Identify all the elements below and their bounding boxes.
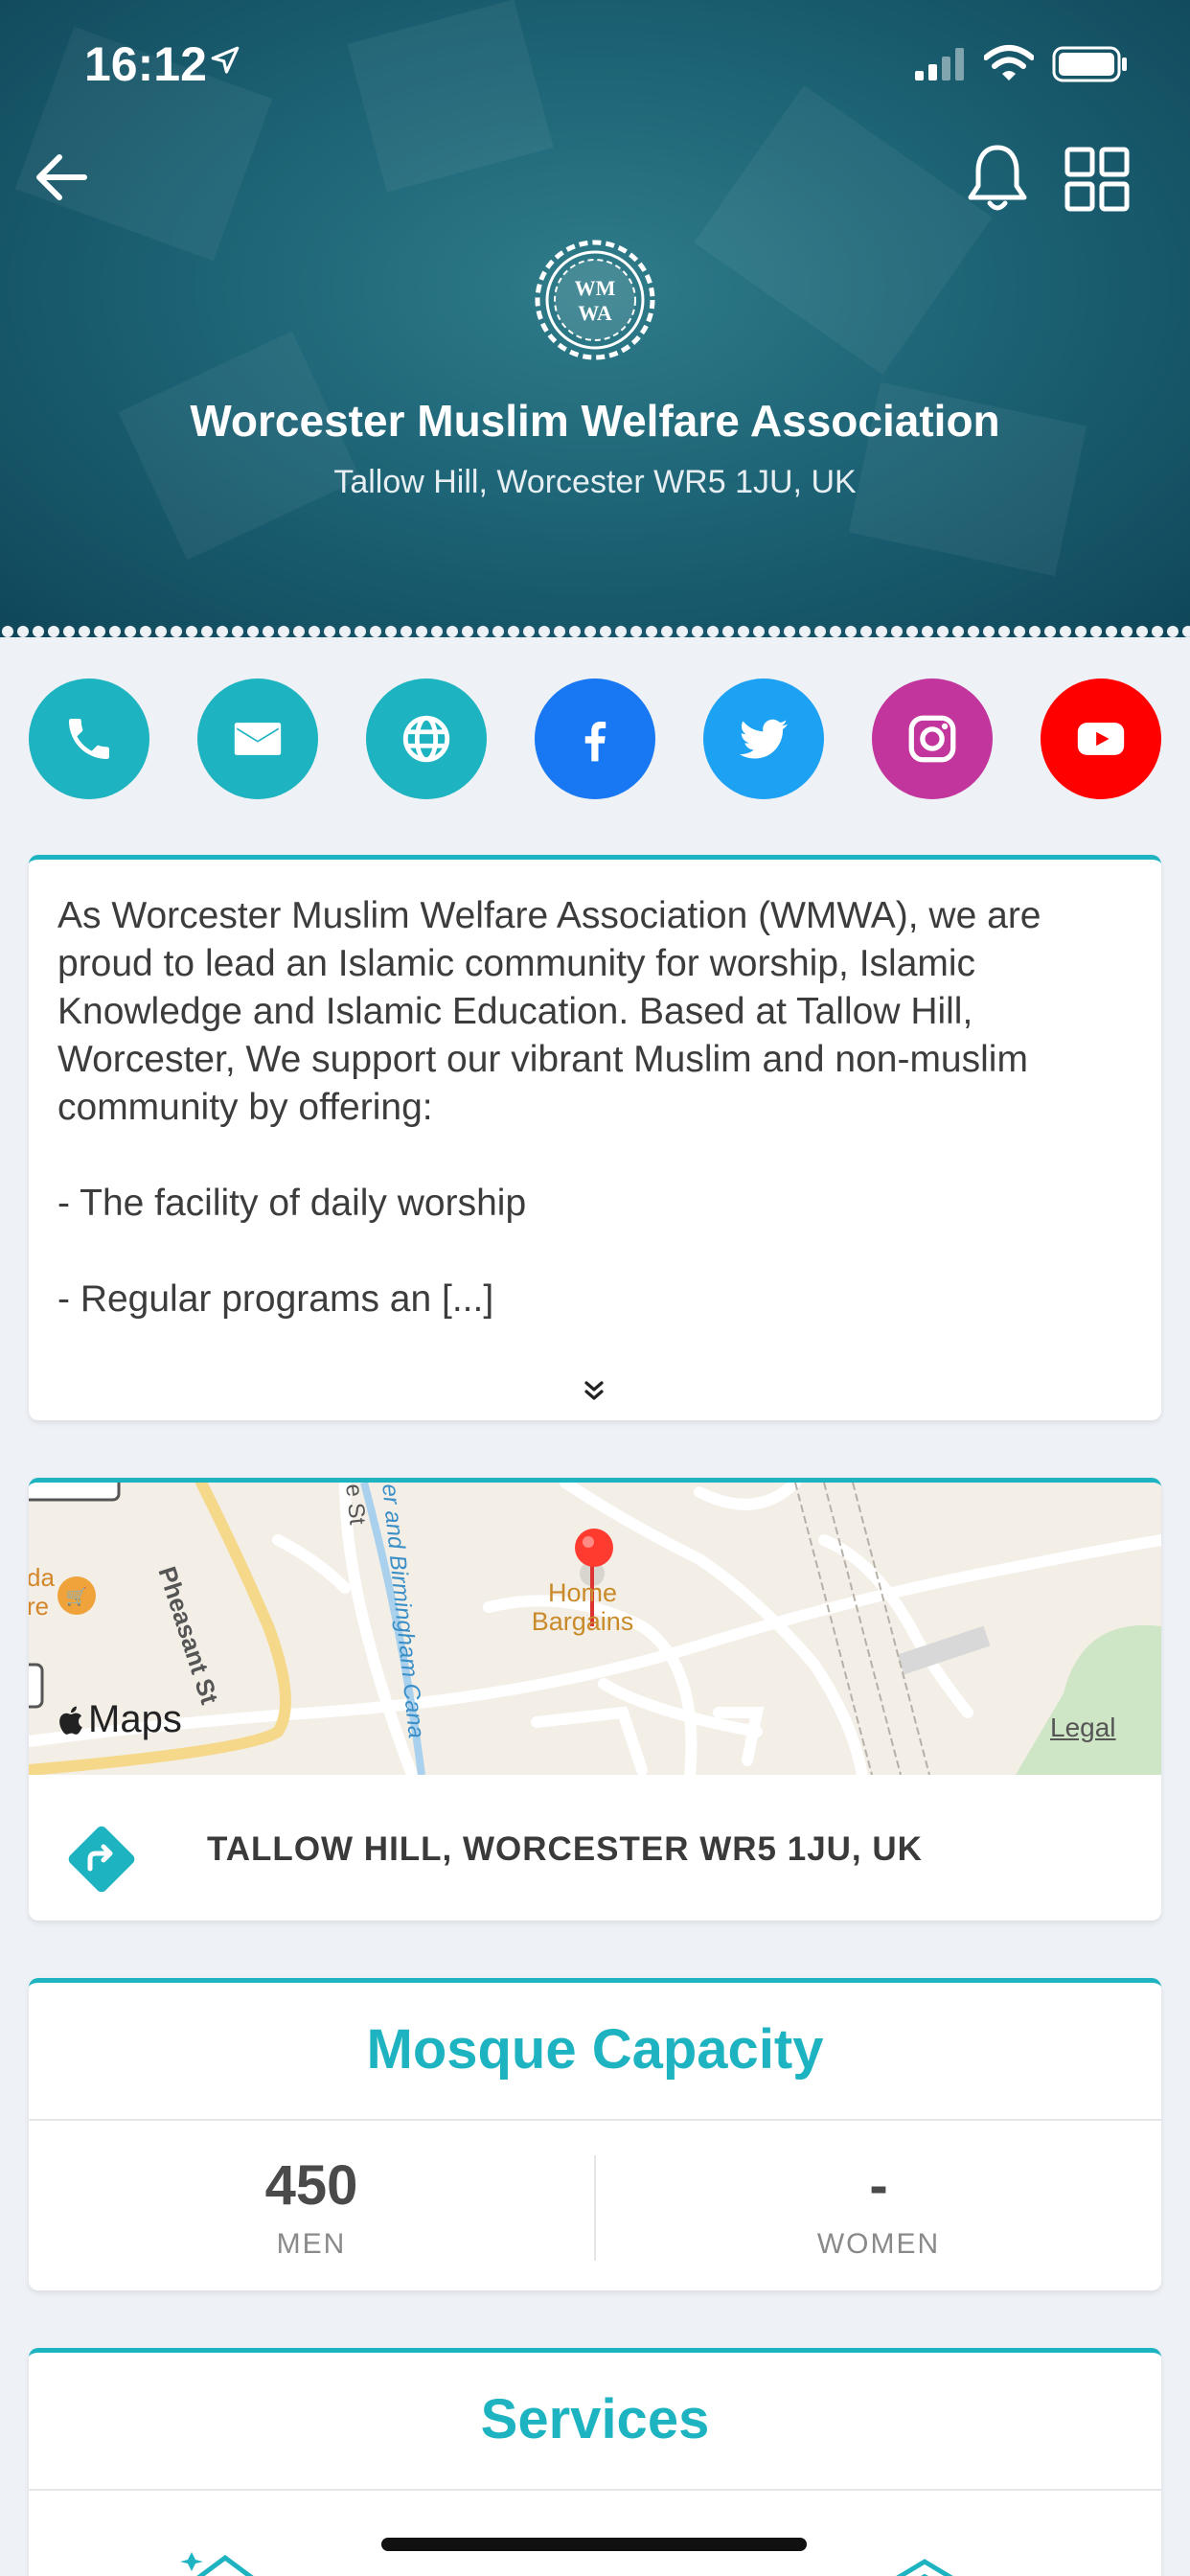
wifi-icon — [984, 45, 1034, 80]
location-address: TALLOW HILL, WORCESTER WR5 1JU, UK — [207, 1830, 923, 1868]
youtube-button[interactable] — [1041, 678, 1161, 799]
back-button[interactable] — [29, 144, 96, 211]
apple-logo-icon — [59, 1706, 82, 1735]
women-capacity-value: - — [869, 2154, 888, 2217]
description-text: As Worcester Muslim Welfare Association … — [57, 895, 1041, 1320]
map-view[interactable]: 🛒 Home Bargains Pheasant St er and Birmi… — [29, 1483, 1161, 1775]
notifications-button[interactable] — [964, 142, 1031, 215]
phone-button[interactable] — [29, 678, 149, 799]
chevron-double-down-icon[interactable] — [580, 1377, 608, 1406]
divider — [29, 2119, 1161, 2121]
battery-icon — [1052, 46, 1127, 82]
directions-row[interactable]: TALLOW HILL, WORCESTER WR5 1JU, UK — [29, 1775, 1161, 1920]
bell-icon — [968, 145, 1027, 211]
grid-icon — [1064, 147, 1130, 212]
instagram-icon — [908, 715, 956, 763]
facebook-icon — [584, 722, 606, 762]
cellular-signal-icon — [915, 48, 964, 80]
status-time: 16:12 — [84, 37, 207, 91]
facebook-button[interactable] — [535, 678, 655, 799]
status-bar: 16:12 — [0, 29, 1190, 105]
phone-icon — [69, 719, 109, 759]
menu-grid-button[interactable] — [1064, 146, 1131, 213]
contact-social-row — [0, 678, 1190, 801]
arrow-left-icon — [36, 154, 87, 200]
decorative-border — [0, 623, 1190, 637]
svg-text:🛒: 🛒 — [66, 1586, 87, 1607]
description-card: As Worcester Muslim Welfare Association … — [29, 855, 1161, 1420]
capacity-card: Mosque Capacity 450 MEN - WOMEN — [29, 1978, 1161, 2290]
map-legal-link[interactable]: Legal — [1050, 1713, 1116, 1743]
service-mosque-icon — [896, 2559, 953, 2576]
women-capacity-label: WOMEN — [816, 2228, 941, 2260]
header-pattern — [694, 85, 993, 375]
location-arrow-icon — [211, 46, 240, 74]
directions-icon — [68, 1826, 135, 1893]
twitter-icon — [740, 719, 788, 759]
men-capacity-label: MEN — [276, 2228, 347, 2260]
map-label-place: Home Bargains — [531, 1578, 634, 1636]
svg-text:WM: WM — [575, 276, 616, 300]
organization-title: Worcester Muslim Welfare Association — [190, 396, 1000, 446]
email-icon — [234, 723, 282, 755]
svg-text:WA: WA — [578, 301, 612, 325]
map-label-street: e St — [340, 1483, 371, 1527]
twitter-button[interactable] — [703, 678, 824, 799]
services-title: Services — [480, 2388, 710, 2450]
globe-icon — [402, 715, 450, 763]
email-button[interactable] — [197, 678, 318, 799]
divider — [29, 2489, 1161, 2491]
service-wudu-icon — [180, 2552, 254, 2576]
maps-attribution: Maps — [57, 1698, 182, 1741]
header-banner: 16:12 WM WA Worcester Muslim Welfare Ass… — [0, 0, 1190, 637]
website-button[interactable] — [366, 678, 487, 799]
map-label-poi: da re — [29, 1563, 55, 1621]
instagram-button[interactable] — [872, 678, 993, 799]
men-capacity-value: 450 — [264, 2154, 358, 2217]
youtube-icon — [1077, 723, 1125, 755]
home-indicator — [381, 2538, 807, 2551]
capacity-title: Mosque Capacity — [366, 2018, 824, 2081]
organization-address: Tallow Hill, Worcester WR5 1JU, UK — [333, 464, 857, 500]
maps-brand: Maps — [88, 1698, 182, 1740]
wmwa-logo: WM WA — [535, 240, 655, 360]
location-card: 🛒 Home Bargains Pheasant St er and Birmi… — [29, 1478, 1161, 1920]
